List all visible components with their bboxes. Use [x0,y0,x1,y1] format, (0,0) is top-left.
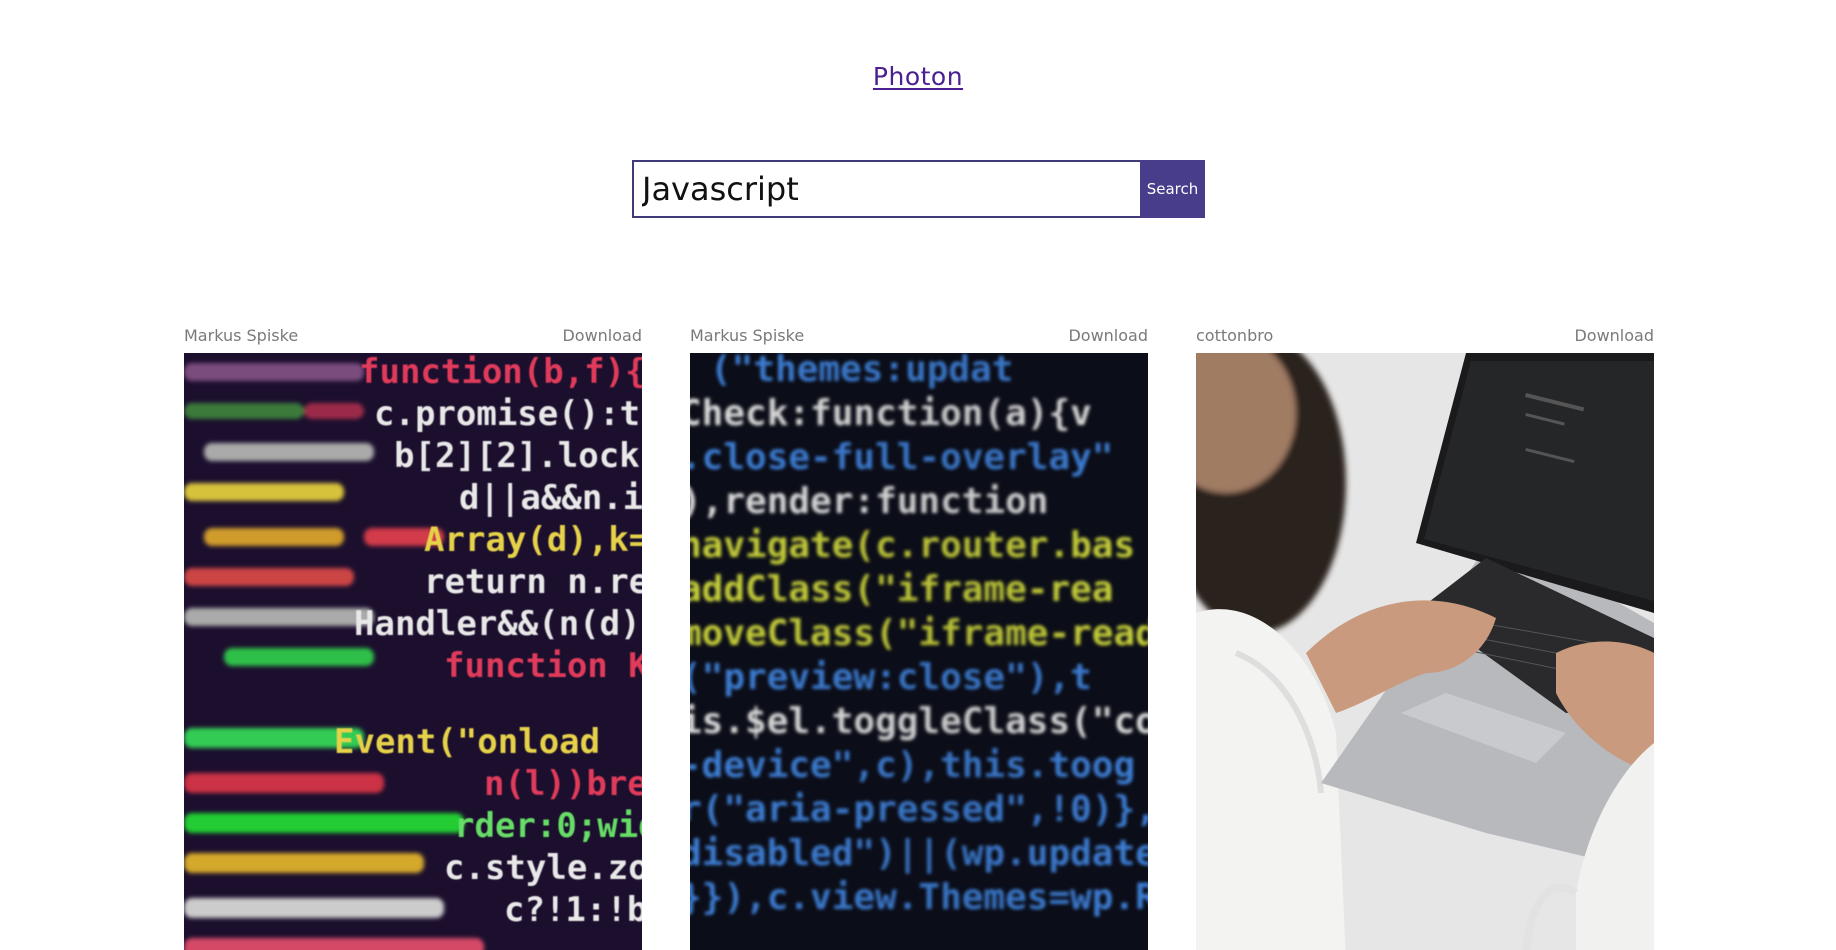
photo-author: cottonbro [1196,325,1274,345]
svg-text:function(b,f){var: function(b,f){var [359,353,642,392]
laptop-typing-photo-icon [1196,353,1654,950]
svg-text:Event("onload: Event("onload [334,722,600,762]
svg-text:c?!1:!b||b: c?!1:!b||b [504,890,642,930]
svg-text:rder:0;width: rder:0;width [454,806,642,846]
photo-card-header: Markus Spiske Download [690,322,1148,348]
photo-gallery: Markus Spiske Download function(b,f){c.… [184,322,1654,950]
photo-image[interactable]: ("themes:updat Check:function(a){v .clos… [690,353,1148,950]
svg-text:d||a&&n.isF: d||a&&n.isF [459,478,642,518]
photo-author: Markus Spiske [184,325,299,345]
svg-text:return n.ready.: return n.ready. [424,562,642,602]
svg-text:Handler&&(n(d).t: Handler&&(n(d).t [354,604,642,644]
search-input[interactable] [632,160,1140,218]
code-screen-photo-icon: function(b,f){var c.promise():th b[2][2]… [184,353,642,950]
svg-text:c.style.zoom: c.style.zoom [444,848,642,888]
search-form: Search [632,160,1205,218]
photo-card-header: Markus Spiske Download [184,322,642,348]
search-button[interactable]: Search [1140,160,1205,218]
photo-card: Markus Spiske Download ("themes:updat Ch… [690,322,1148,950]
brand-logo-link[interactable]: Photon [0,62,1836,91]
svg-text:Array(d),k=ne: Array(d),k=ne [424,520,642,560]
svg-text:n(l))break: n(l))break [484,764,642,804]
photo-card-header: cottonbro Download [1196,322,1654,348]
photo-card: cottonbro Download [1196,322,1654,950]
svg-text:c.promise():th: c.promise():th [374,394,642,434]
svg-text:function K(): function K() [444,646,642,686]
download-link[interactable]: Download [1574,326,1654,345]
download-link[interactable]: Download [562,326,642,345]
photo-image[interactable]: function(b,f){var c.promise():th b[2][2]… [184,353,642,950]
code-screen-photo-icon: ("themes:updat Check:function(a){v .clos… [690,353,1148,950]
photo-author: Markus Spiske [690,325,805,345]
download-link[interactable]: Download [1068,326,1148,345]
photo-image[interactable] [1196,353,1654,950]
svg-text:b[2][2].lock(),: b[2][2].lock(), [394,436,642,476]
photo-card: Markus Spiske Download function(b,f){c.… [184,322,642,950]
